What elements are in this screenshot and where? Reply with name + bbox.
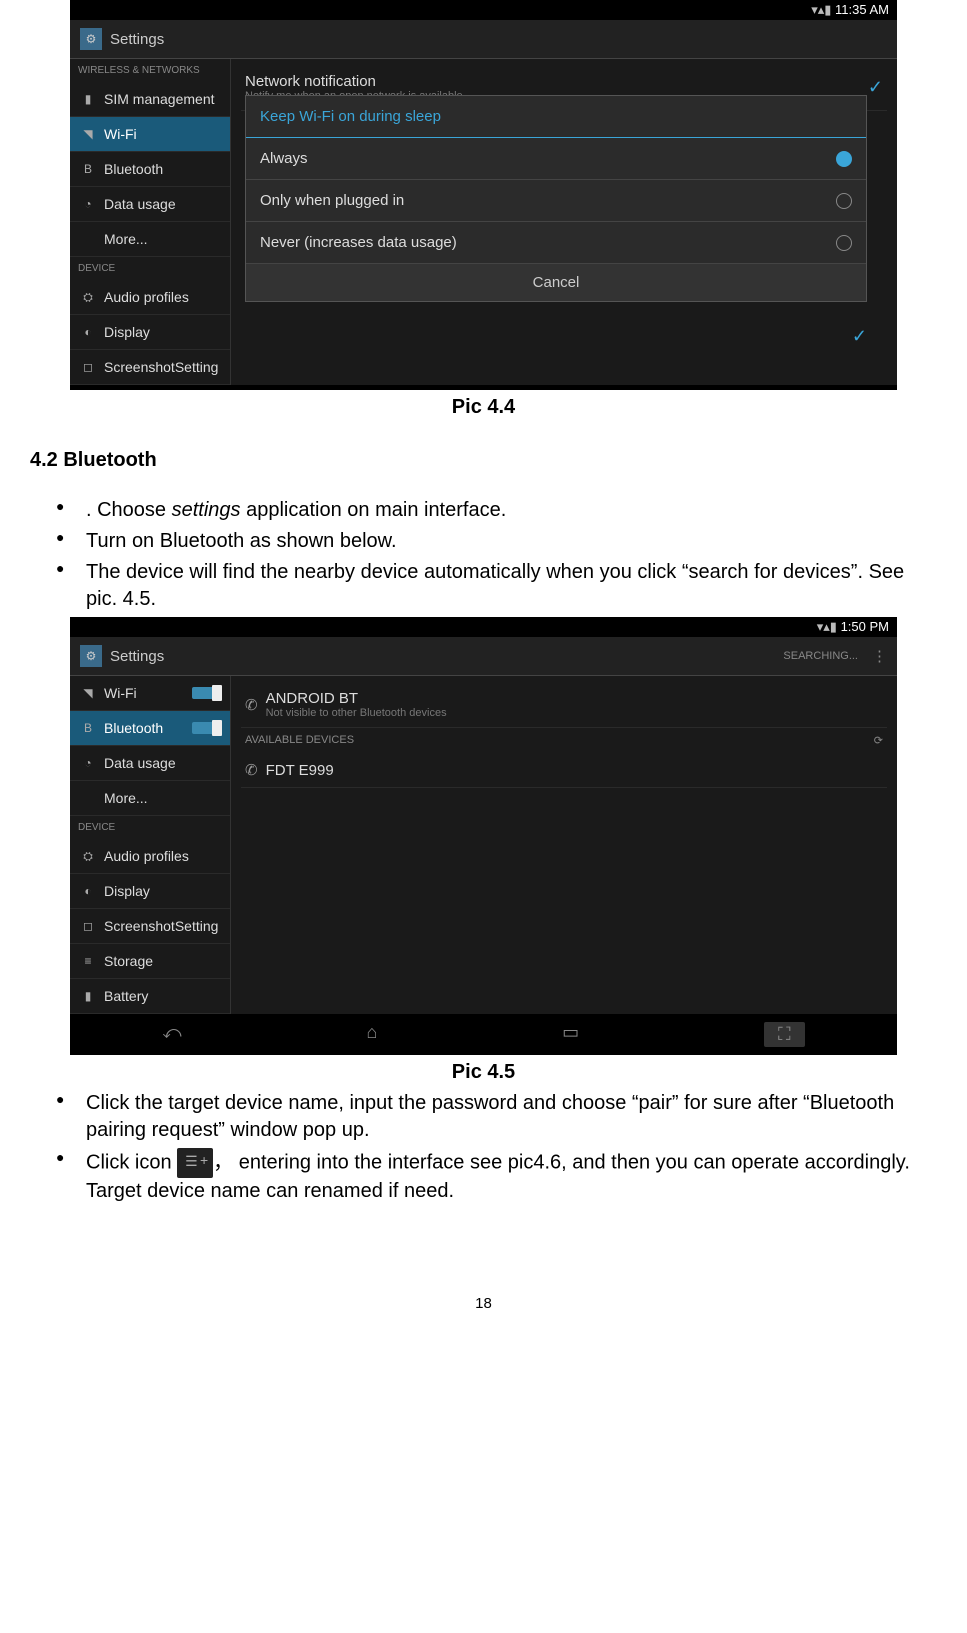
- row-this-device[interactable]: ✆ ANDROID BT Not visible to other Blueto…: [241, 682, 887, 728]
- toggle-on-icon[interactable]: [192, 687, 220, 699]
- sidebar-item-storage[interactable]: ≡Storage: [70, 944, 230, 979]
- camera-icon: ◻: [80, 918, 96, 934]
- nav-bar: ⤺ ⌂ ▭ ⛶: [70, 385, 897, 390]
- phone-icon: ✆: [245, 761, 258, 779]
- app-bar: ⚙ Settings: [70, 20, 897, 59]
- clock-text: 11:35 AM: [835, 2, 889, 17]
- section-heading: 4.2 Bluetooth: [30, 449, 937, 472]
- list-item: Click the target device name, input the …: [42, 1090, 925, 1144]
- sidebar-item-bluetooth[interactable]: BBluetooth: [70, 152, 230, 187]
- dialog-title: Keep Wi-Fi on during sleep: [246, 96, 866, 138]
- screenshot-pic-4-5: ▾▴▮ 1:50 PM ⚙ Settings SEARCHING... ⋮ ◥W…: [70, 617, 897, 1055]
- sidebar-item-sim[interactable]: ▮SIM management: [70, 82, 230, 117]
- list-item: Turn on Bluetooth as shown below.: [42, 528, 925, 555]
- dialog-option-always[interactable]: Always: [246, 138, 866, 180]
- section-header: DEVICE: [70, 257, 230, 280]
- toggle-on-icon[interactable]: [192, 722, 220, 734]
- radio-off-icon: [836, 235, 852, 251]
- clock-text: 1:50 PM: [841, 619, 889, 634]
- back-icon[interactable]: ⤺: [162, 1022, 181, 1047]
- bluetooth-icon: B: [80, 720, 96, 736]
- searching-label: SEARCHING...: [783, 650, 858, 662]
- sidebar-item-audio[interactable]: ⛭Audio profiles: [70, 280, 230, 315]
- row-title: Network notification: [245, 73, 463, 90]
- section-header: DEVICE: [70, 816, 230, 839]
- sidebar-item-wifi[interactable]: ◥Wi-Fi: [70, 117, 230, 152]
- screenshot-nav-icon[interactable]: ⛶: [764, 1022, 805, 1047]
- sidebar-item-wifi[interactable]: ◥Wi-Fi: [70, 676, 230, 711]
- section-header: WIRELESS & NETWORKS: [70, 59, 230, 82]
- display-icon: ◐: [80, 883, 96, 899]
- sidebar-item-display[interactable]: ◐Display: [70, 315, 230, 350]
- sidebar-item-more[interactable]: More...: [70, 222, 230, 257]
- found-device-name: FDT E999: [266, 762, 334, 779]
- dialog-option-plugged[interactable]: Only when plugged in: [246, 180, 866, 222]
- figure-caption: Pic 4.4: [30, 396, 937, 419]
- list-item: . Choose settings application on main in…: [42, 497, 925, 524]
- menu-icon[interactable]: ⋮: [872, 647, 887, 665]
- radio-off-icon: [836, 193, 852, 209]
- nav-bar: ⤺ ⌂ ▭ ⛶: [70, 1014, 897, 1055]
- sidebar-item-battery[interactable]: ▮Battery: [70, 979, 230, 1014]
- radio-on-icon: [836, 151, 852, 167]
- data-icon: ◔: [80, 755, 96, 771]
- device-name: ANDROID BT: [266, 690, 447, 707]
- check-icon: ✓: [852, 326, 867, 346]
- row-found-device[interactable]: ✆ FDT E999: [241, 753, 887, 788]
- sim-icon: ▮: [80, 91, 96, 107]
- dialog-keep-wifi: Keep Wi-Fi on during sleep Always Only w…: [245, 95, 867, 347]
- app-title: Settings: [110, 31, 164, 48]
- dialog-cancel-button[interactable]: Cancel: [246, 264, 866, 301]
- recent-icon[interactable]: ▭: [562, 1022, 579, 1047]
- wifi-icon: ◥: [80, 685, 96, 701]
- storage-icon: ≡: [80, 953, 96, 969]
- signal-icon: ▾▴▮: [811, 2, 831, 17]
- display-icon: ◐: [80, 324, 96, 340]
- page-number: 18: [30, 1295, 937, 1312]
- screenshot-pic-4-4: ▾▴▮ 11:35 AM ⚙ Settings WIRELESS & NETWO…: [70, 0, 897, 390]
- sidebar-item-bluetooth[interactable]: BBluetooth: [70, 711, 230, 746]
- audio-icon: ⛭: [80, 848, 96, 864]
- home-icon[interactable]: ⌂: [366, 1022, 377, 1047]
- data-icon: ◔: [80, 196, 96, 212]
- audio-icon: ⛭: [80, 289, 96, 305]
- app-bar: ⚙ Settings SEARCHING... ⋮: [70, 637, 897, 676]
- dialog-option-never[interactable]: Never (increases data usage): [246, 222, 866, 264]
- check-icon: ✓: [868, 77, 883, 98]
- refresh-icon[interactable]: ⟳: [874, 734, 883, 747]
- battery-icon: ▮: [80, 988, 96, 1004]
- settings-sidebar: ◥Wi-Fi BBluetooth ◔Data usage More... DE…: [70, 676, 231, 1014]
- sidebar-item-display[interactable]: ◐Display: [70, 874, 230, 909]
- phone-icon: ✆: [245, 696, 258, 714]
- sidebar-item-data-usage[interactable]: ◔Data usage: [70, 746, 230, 781]
- settings-sidebar: WIRELESS & NETWORKS ▮SIM management ◥Wi-…: [70, 59, 231, 385]
- document-page: ▾▴▮ 11:35 AM ⚙ Settings WIRELESS & NETWO…: [0, 0, 967, 1312]
- sidebar-item-screenshot[interactable]: ◻ScreenshotSetting: [70, 909, 230, 944]
- bluetooth-icon: B: [80, 161, 96, 177]
- app-title: Settings: [110, 648, 164, 665]
- settings-icon: ⚙: [80, 645, 102, 667]
- wifi-icon: ◥: [80, 126, 96, 142]
- settings-main: ✆ ANDROID BT Not visible to other Blueto…: [231, 676, 897, 1014]
- bullet-list: . Choose settings application on main in…: [42, 497, 925, 613]
- device-sub: Not visible to other Bluetooth devices: [266, 707, 447, 719]
- signal-icon: ▾▴▮: [817, 619, 837, 634]
- camera-icon: ◻: [80, 359, 96, 375]
- sidebar-item-screenshot[interactable]: ◻ScreenshotSetting: [70, 350, 230, 385]
- sidebar-item-more[interactable]: More...: [70, 781, 230, 816]
- status-bar: ▾▴▮ 1:50 PM: [70, 617, 897, 637]
- sidebar-item-audio[interactable]: ⛭Audio profiles: [70, 839, 230, 874]
- available-devices-header: AVAILABLE DEVICES ⟳: [241, 728, 887, 753]
- bullet-list: Click the target device name, input the …: [42, 1090, 925, 1205]
- figure-caption: Pic 4.5: [30, 1061, 937, 1084]
- status-bar: ▾▴▮ 11:35 AM: [70, 0, 897, 20]
- list-item: The device will find the nearby device a…: [42, 559, 925, 613]
- bt-settings-icon: [177, 1148, 213, 1178]
- sidebar-item-data-usage[interactable]: ◔Data usage: [70, 187, 230, 222]
- list-item: Click icon ， entering into the interface…: [42, 1148, 925, 1205]
- settings-icon: ⚙: [80, 28, 102, 50]
